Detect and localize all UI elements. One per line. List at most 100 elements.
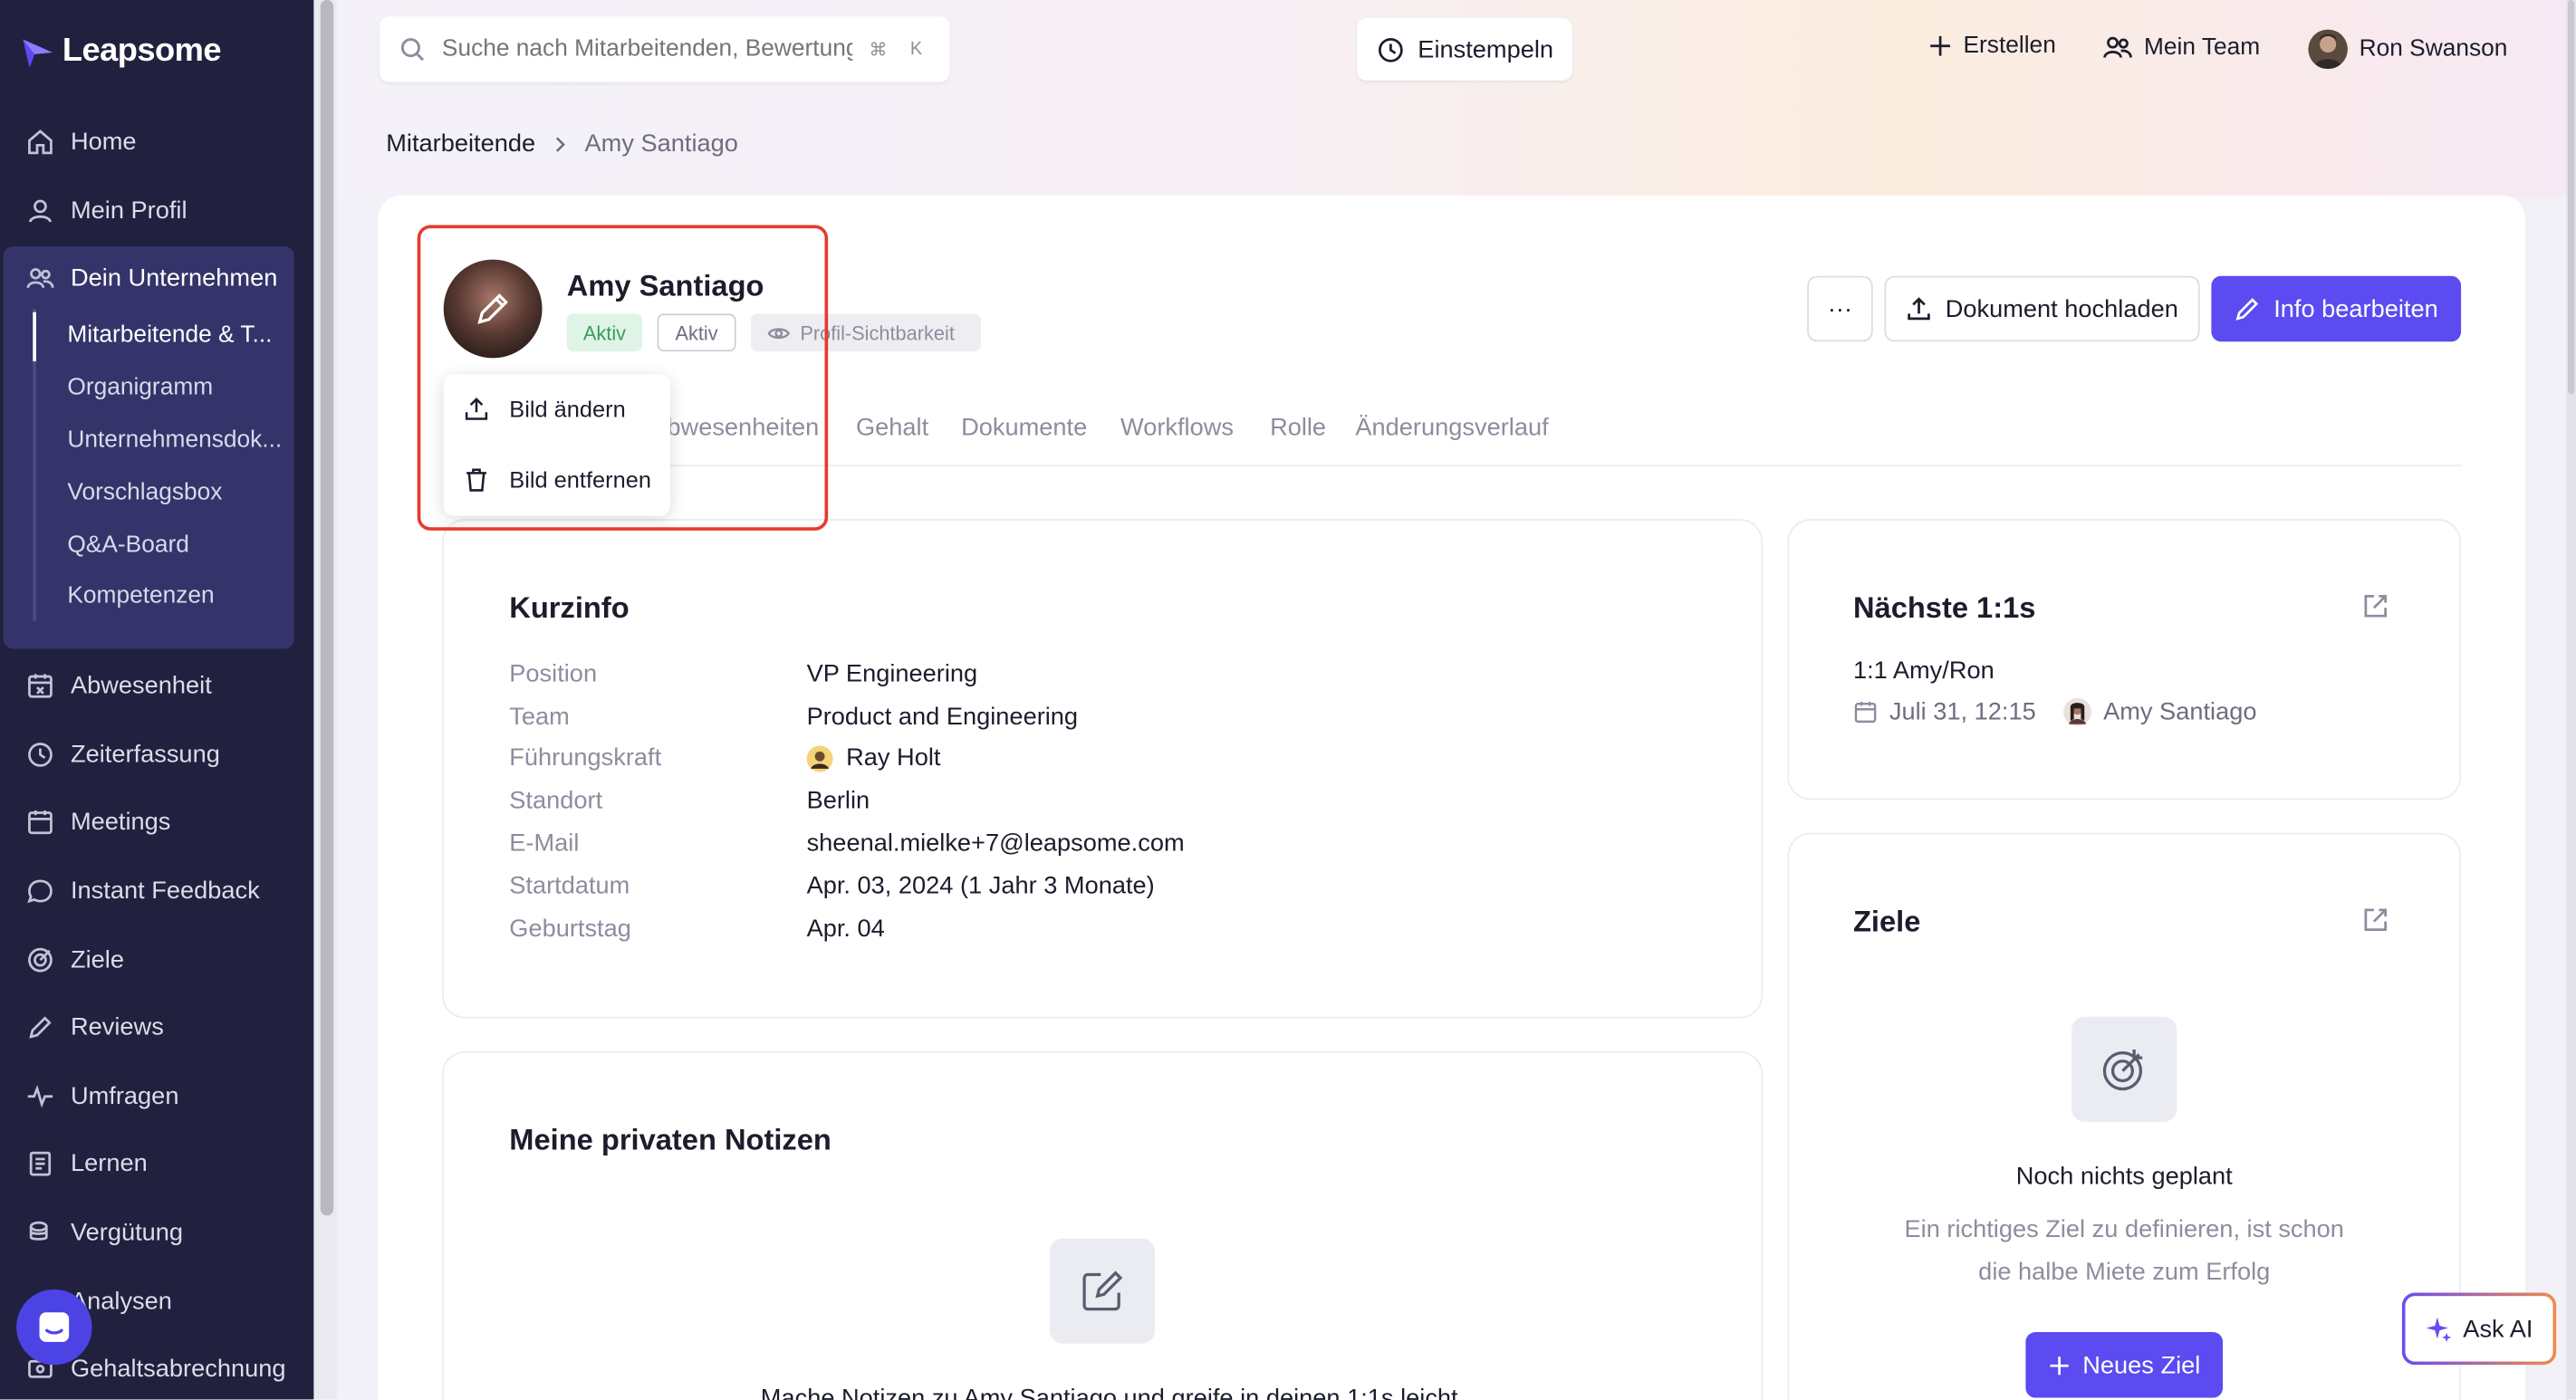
sidebar-item-instant-feedback[interactable]: Instant Feedback <box>0 864 313 916</box>
goals-empty-title: Noch nichts geplant <box>2015 1163 2233 1192</box>
users-icon <box>2103 36 2132 58</box>
user-menu[interactable]: Ron Swanson <box>2308 29 2507 70</box>
new-goal-button[interactable]: Neues Ziel <box>2025 1331 2224 1398</box>
sidebar-item-label: Lernen <box>70 1148 148 1177</box>
sidebar-item-compensation[interactable]: Vergütung <box>0 1205 313 1258</box>
ask-ai-label: Ask AI <box>2463 1314 2533 1343</box>
breadcrumb-parent[interactable]: Mitarbeitende <box>386 129 535 158</box>
pencil-icon <box>2235 298 2259 321</box>
support-chat-button[interactable] <box>16 1289 92 1366</box>
sidebar-item-surveys[interactable]: Umfragen <box>0 1069 313 1122</box>
chat-bubble-icon <box>39 1312 70 1342</box>
target-icon <box>2102 1050 2143 1091</box>
search-input[interactable] <box>441 35 853 62</box>
sidebar-sub-qa-board[interactable]: Q&A-Board <box>33 524 295 567</box>
create-button[interactable]: Erstellen <box>1928 33 2056 59</box>
info-label: Startdatum <box>509 872 630 900</box>
leapsome-logo-text: Leapsome <box>62 33 222 70</box>
external-link-icon[interactable] <box>2360 905 2390 935</box>
sidebar-sub-employees[interactable]: Mitarbeitende & T... <box>33 313 295 356</box>
upload-icon <box>1908 297 1930 321</box>
meeting-meta: Juli 31, 12:15 Amy Santiago <box>1853 697 2257 726</box>
sidebar-item-profile[interactable]: Mein Profil <box>0 184 313 236</box>
info-value: Berlin <box>806 786 870 815</box>
meeting-person: Amy Santiago <box>2103 697 2257 726</box>
sparkle-icon <box>2427 1316 2452 1342</box>
sidebar-item-label: Zeiterfassung <box>70 740 220 768</box>
sidebar-item-meetings[interactable]: Meetings <box>0 795 313 848</box>
shortcut-k-key: K <box>909 39 923 60</box>
info-value: Product and Engineering <box>806 703 1079 732</box>
goals-empty-line-2: die halbe Miete zum Erfolg <box>1978 1258 2271 1287</box>
leapsome-logo-icon <box>23 38 53 67</box>
attendee-avatar <box>2063 697 2092 726</box>
sidebar-item-label: Abwesenheit <box>70 670 212 699</box>
search-icon <box>400 38 425 62</box>
sidebar-item-reviews[interactable]: Reviews <box>0 1001 313 1053</box>
meeting-title[interactable]: 1:1 Amy/Ron <box>1853 657 1994 686</box>
sidebar-item-goals[interactable]: Ziele <box>0 933 313 985</box>
ask-ai-button[interactable]: Ask AI <box>2402 1292 2556 1365</box>
sidebar-item-label: Umfragen <box>70 1081 179 1110</box>
highlight-box <box>417 225 829 531</box>
target-icon <box>28 946 53 972</box>
kurzinfo-title: Kurzinfo <box>509 590 630 625</box>
sidebar-sub-company-docs[interactable]: Unternehmensdok... <box>33 419 295 462</box>
breadcrumb: Mitarbeitende Amy Santiago <box>386 129 738 158</box>
manager-avatar <box>806 744 833 772</box>
sidebar-item-time-tracking[interactable]: Zeiterfassung <box>0 728 313 781</box>
sidebar-sub-competencies[interactable]: Kompetenzen <box>33 575 295 618</box>
goals-empty-line-1: Ein richtiges Ziel zu definieren, ist sc… <box>1904 1215 2344 1244</box>
calendar-icon <box>28 810 53 834</box>
tab-workflows[interactable]: Workflows <box>1120 414 1234 442</box>
notes-empty-text: Mache Notizen zu Amy Santiago und greife… <box>760 1385 1458 1400</box>
more-icon: ··· <box>1827 294 1853 323</box>
meeting-date: Juli 31, 12:15 <box>1889 697 2036 726</box>
notes-empty-illustration <box>1050 1238 1156 1344</box>
page-scrollbar-thumb[interactable] <box>2567 0 2575 395</box>
external-link-icon[interactable] <box>2360 591 2390 621</box>
info-value: Apr. 03, 2024 (1 Jahr 3 Monate) <box>806 872 1155 900</box>
shortcut-cmd-key: ⌘ <box>869 40 888 61</box>
tab-change-history[interactable]: Änderungsverlauf <box>1355 414 1548 442</box>
sidebar-item-home[interactable]: Home <box>0 115 313 168</box>
global-search[interactable]: ⌘ K <box>379 16 950 82</box>
calendar-x-icon <box>28 673 53 697</box>
email-value[interactable]: sheenal.mielke+7@leapsome.com <box>807 829 1185 858</box>
sidebar-item-absence[interactable]: Abwesenheit <box>0 658 313 711</box>
sidebar-item-label: Mein Profil <box>70 196 187 225</box>
clock-in-label: Einstempeln <box>1418 34 1554 63</box>
user-avatar <box>2308 29 2348 70</box>
upload-document-label: Dokument hochladen <box>1945 294 2178 323</box>
edit-info-label: Info bearbeiten <box>2273 294 2438 323</box>
manager-link[interactable]: Ray Holt <box>806 743 941 772</box>
sidebar-sub-suggestion-box[interactable]: Vorschlagsbox <box>33 472 295 514</box>
sidebar-item-label: Meetings <box>70 807 171 836</box>
info-label: Geburtstag <box>509 915 631 944</box>
info-value: Apr. 04 <box>806 915 885 944</box>
sidebar-item-company[interactable]: Dein Unternehmen <box>0 252 313 304</box>
my-team-label: Mein Team <box>2144 34 2261 62</box>
sidebar-item-learning[interactable]: Lernen <box>0 1136 313 1189</box>
tab-documents[interactable]: Dokumente <box>961 414 1087 442</box>
sidebar-item-label: Dein Unternehmen <box>70 264 278 292</box>
users-icon <box>26 267 54 288</box>
calendar-icon <box>1854 701 1877 724</box>
more-options-button[interactable]: ··· <box>1807 275 1873 342</box>
goals-empty-illustration <box>2071 1016 2177 1122</box>
info-label: E-Mail <box>509 829 580 858</box>
sidebar-item-label: Instant Feedback <box>70 876 260 905</box>
sidebar-sub-orgchart[interactable]: Organigramm <box>33 366 295 408</box>
my-team-button[interactable]: Mein Team <box>2103 33 2261 62</box>
leapsome-logo[interactable]: Leapsome <box>20 33 222 71</box>
next-one-on-ones-title: Nächste 1:1s <box>1852 590 2036 625</box>
tab-salary[interactable]: Gehalt <box>856 414 928 442</box>
sidebar-scrollbar-thumb[interactable] <box>320 0 334 1216</box>
clock-in-button[interactable]: Einstempeln <box>1357 17 1572 81</box>
sidebar-item-label: Gehaltsabrechnung <box>70 1354 286 1383</box>
upload-document-button[interactable]: Dokument hochladen <box>1884 275 2200 342</box>
manager-name: Ray Holt <box>846 743 941 772</box>
pulse-icon <box>27 1084 53 1108</box>
tab-role[interactable]: Rolle <box>1270 414 1326 442</box>
edit-info-button[interactable]: Info bearbeiten <box>2211 275 2462 342</box>
